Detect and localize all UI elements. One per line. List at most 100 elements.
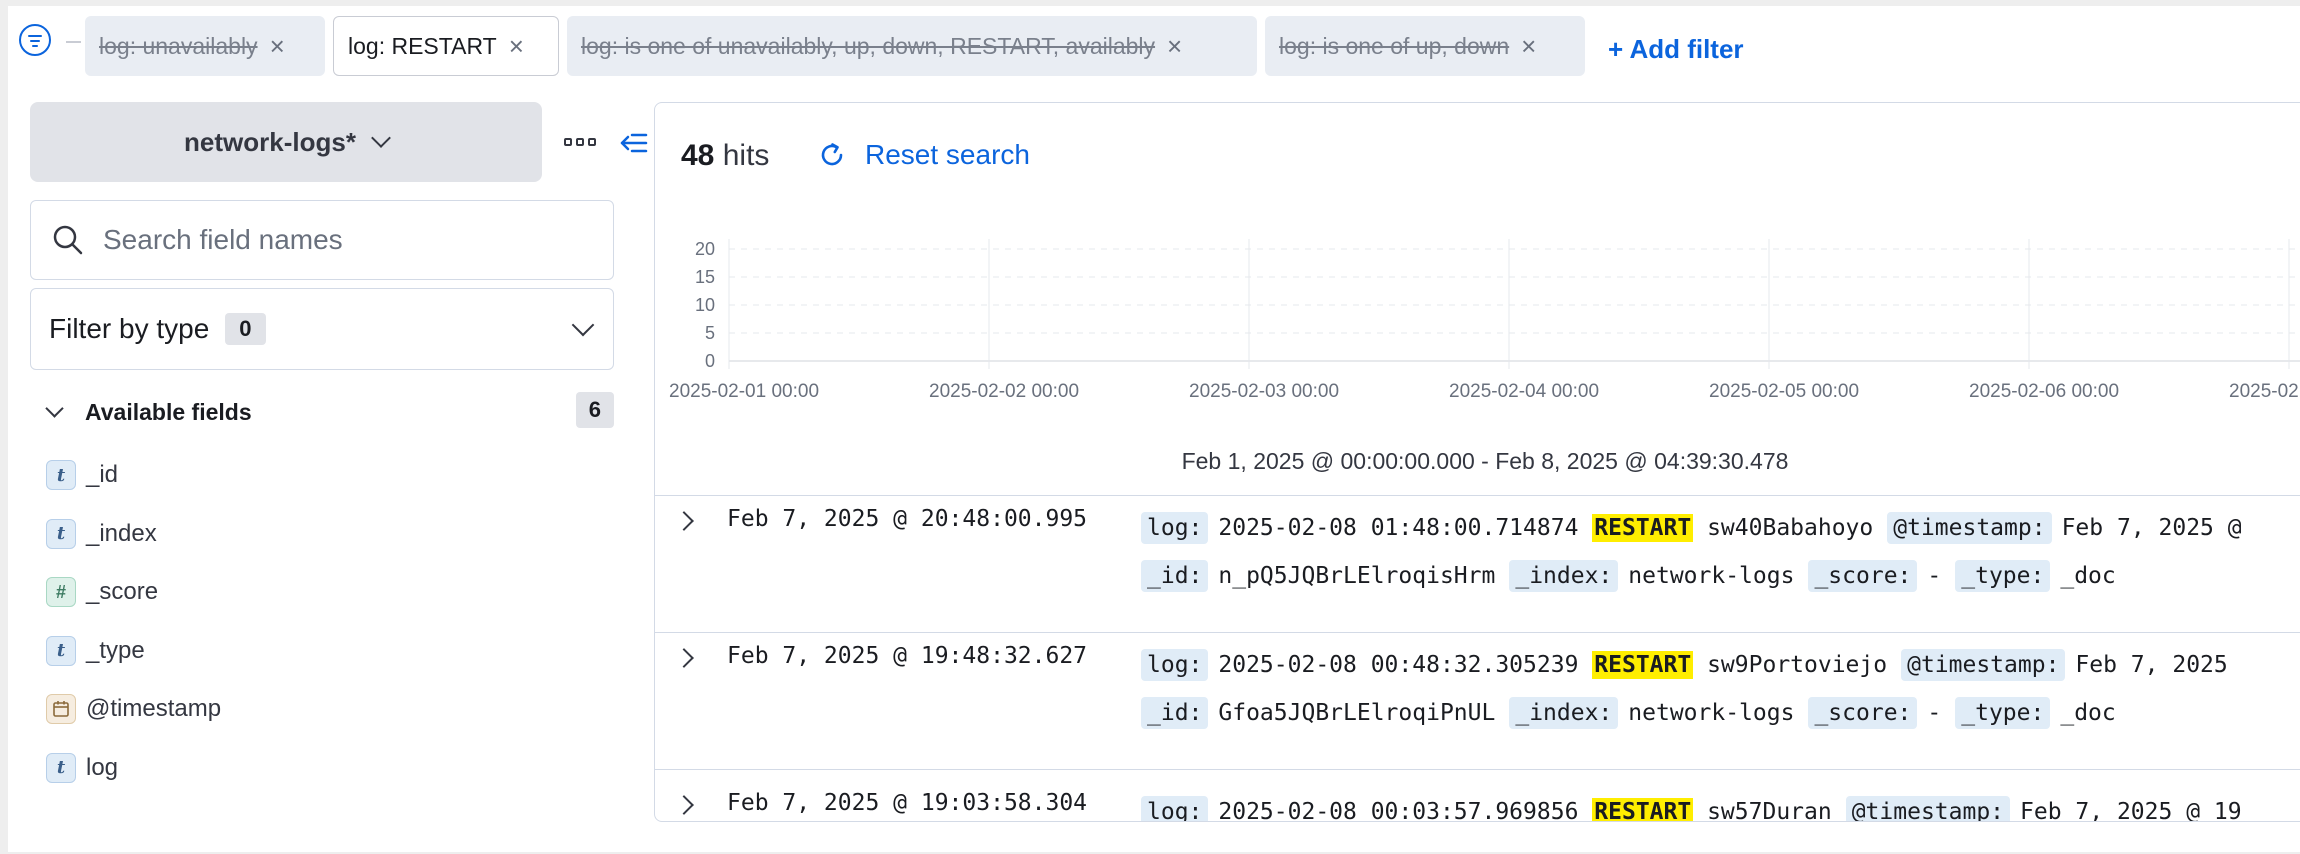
string-type-icon: t (46, 460, 76, 491)
x-tick-label: 2025-02-03 00:00 (1189, 381, 1339, 402)
type-value: _doc (2060, 700, 2116, 726)
row-timestamp: Feb 7, 2025 @ 20:48:00.995 (727, 506, 1088, 532)
log-value: 2025-02-08 01:48:00.714874 RESTART sw40B… (1218, 514, 1874, 542)
close-icon[interactable]: × (270, 33, 285, 59)
timestamp-value: Feb 7, 2025 @ 19 (2020, 799, 2242, 822)
field-key-id: _id: (1141, 560, 1209, 592)
field-name: @timestamp (86, 695, 222, 723)
expand-row-icon[interactable] (674, 795, 694, 815)
index-value: network-logs (1628, 563, 1795, 589)
filter-pill-up-down[interactable]: log: is one of up, down × (1265, 16, 1585, 76)
table-row: Feb 7, 2025 @ 19:48:32.627 log: 2025-02-… (655, 632, 2300, 769)
close-icon[interactable]: × (1521, 33, 1536, 59)
x-tick-label: 2025-02-06 00:00 (1969, 381, 2119, 402)
field-search-input[interactable] (103, 224, 583, 256)
field-key-type: _type: (1955, 560, 2051, 592)
field-name: _id (86, 461, 119, 489)
string-type-icon: t (46, 635, 76, 666)
x-tick-label: 2025-02-04 00:00 (1449, 381, 1599, 402)
available-fields-label: Available fields (85, 398, 252, 425)
field-key-log: log: (1141, 512, 1209, 544)
score-value: - (1927, 700, 1942, 726)
type-value: _doc (2060, 563, 2116, 589)
filter-pill-label: log: is one of up, down (1279, 32, 1510, 59)
index-value: network-logs (1628, 700, 1795, 726)
filter-pill-label: log: RESTART (348, 32, 497, 59)
id-value: n_pQ5JQBrLElroqisHrm (1218, 563, 1496, 589)
close-icon[interactable]: × (509, 33, 524, 59)
x-tick-label: 2025-02-05 00:00 (1709, 381, 1859, 402)
field-key-id: _id: (1141, 697, 1209, 729)
field-item-timestamp[interactable]: @timestamp (46, 680, 606, 739)
collapse-sidebar-icon[interactable] (618, 126, 652, 160)
refresh-icon (821, 143, 843, 166)
field-name: _type (86, 636, 145, 664)
table-row: Feb 7, 2025 @ 19:03:58.304 log: 2025-02-… (655, 769, 2300, 822)
highlight-match: RESTART (1592, 514, 1694, 542)
calendar-icon (46, 694, 76, 725)
field-item-type[interactable]: t _type (46, 622, 606, 681)
search-icon (53, 225, 83, 255)
field-item-index[interactable]: t _index (46, 505, 606, 564)
index-pattern-selector[interactable]: network-logs* (30, 102, 542, 182)
y-tick-label: 15 (695, 267, 715, 287)
field-key-timestamp: @timestamp: (1887, 512, 2052, 544)
y-tick-label: 5 (705, 323, 715, 343)
filter-by-type-label: Filter by type (49, 313, 210, 344)
histogram-chart: 20 15 10 5 0 2025-02-01 00:00 2025-02-02 00:00… (669, 239, 2300, 402)
field-key-log: log: (1141, 796, 1209, 821)
field-list: t _id t _index # _score t _type @timesta… (46, 446, 606, 797)
field-key-score: _score: (1808, 697, 1918, 729)
row-document: log: 2025-02-08 00:48:32.305239 RESTART … (1141, 641, 2300, 737)
highlight-match: RESTART (1592, 651, 1694, 679)
field-key-log: log: (1141, 649, 1209, 681)
filter-pill-label: log: unavailably (99, 32, 258, 59)
row-timestamp: Feb 7, 2025 @ 19:03:58.304 (727, 790, 1088, 816)
filter-pill-label: log: is one of unavailably, up, down, RE… (581, 32, 1156, 59)
filter-pill-unavailably[interactable]: log: unavailably × (85, 16, 325, 76)
field-item-log[interactable]: t log (46, 739, 606, 798)
highlight-match: RESTART (1592, 798, 1694, 821)
more-options-icon[interactable] (564, 134, 604, 150)
row-document: log: 2025-02-08 00:03:57.969856 RESTART … (1141, 788, 2300, 822)
field-item-id[interactable]: t _id (46, 446, 606, 505)
expand-row-icon[interactable] (674, 648, 694, 668)
string-type-icon: t (46, 752, 76, 783)
x-tick-label: 2025-02 (2229, 381, 2299, 402)
number-type-icon: # (46, 577, 76, 608)
filter-connector (66, 41, 81, 43)
field-item-score[interactable]: # _score (46, 563, 606, 622)
filter-pill-restart[interactable]: log: RESTART × (333, 16, 559, 76)
field-key-timestamp: @timestamp: (1901, 649, 2066, 681)
id-value: Gfoa5JQBrLElroqiPnUL (1218, 700, 1496, 726)
hits-count: 48 (681, 139, 715, 172)
discover-app: log: unavailably × log: RESTART × log: i… (8, 6, 2300, 852)
available-fields-count: 6 (575, 392, 614, 428)
available-fields-toggle[interactable]: Available fields 6 (38, 390, 614, 434)
field-key-type: _type: (1955, 697, 2051, 729)
log-value: 2025-02-08 00:48:32.305239 RESTART sw9Po… (1218, 651, 1888, 679)
filter-pill-one-of-many[interactable]: log: is one of unavailably, up, down, RE… (567, 16, 1257, 76)
log-value: 2025-02-08 00:03:57.969856 RESTART sw57D… (1218, 798, 1832, 821)
x-tick-label: 2025-02-01 00:00 (669, 381, 819, 402)
chevron-down-icon (371, 128, 391, 148)
chevron-down-icon (571, 313, 595, 337)
reset-search-label: Reset search (865, 139, 1030, 170)
filter-by-type-dropdown[interactable]: Filter by type 0 (30, 288, 614, 370)
x-tick-label: 2025-02-02 00:00 (929, 381, 1079, 402)
time-range-caption: Feb 1, 2025 @ 00:00:00.000 - Feb 8, 2025… (1181, 448, 1789, 474)
field-name: _score (86, 578, 159, 606)
string-type-icon: t (46, 518, 76, 549)
filter-menu-icon[interactable] (19, 24, 51, 56)
reset-search-button[interactable]: Reset search (817, 139, 1030, 171)
field-name: log (86, 753, 119, 781)
hits-counter: 48 hits (681, 139, 769, 173)
expand-row-icon[interactable] (674, 511, 694, 531)
add-filter-button[interactable]: + Add filter (1608, 34, 1744, 65)
index-pattern-label: network-logs* (184, 126, 356, 157)
score-value: - (1927, 563, 1942, 589)
filter-by-type-count: 0 (225, 313, 266, 345)
table-row: Feb 7, 2025 @ 20:48:00.995 log: 2025-02-… (655, 495, 2300, 632)
field-search-box (30, 200, 614, 280)
close-icon[interactable]: × (1167, 33, 1182, 59)
